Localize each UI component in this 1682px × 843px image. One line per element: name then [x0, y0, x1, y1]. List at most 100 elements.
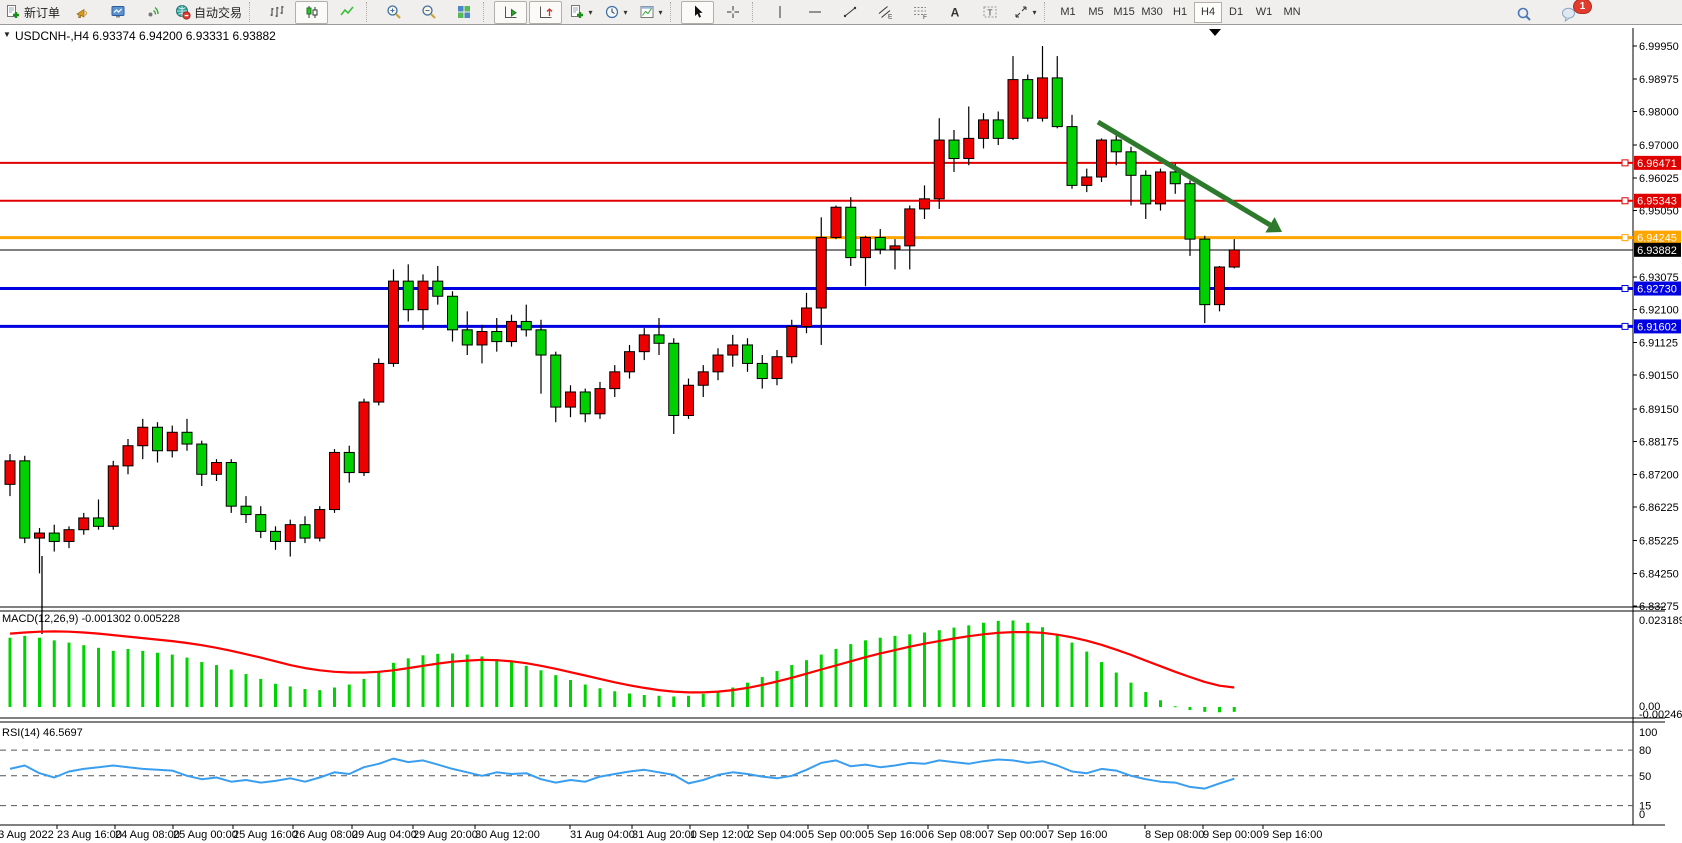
- crosshair-button[interactable]: [716, 1, 749, 24]
- indicators-button[interactable]: ▾: [564, 1, 597, 24]
- clock-icon: [604, 4, 620, 20]
- timeframe-button-d1[interactable]: D1: [1222, 2, 1250, 23]
- svg-text:7 Sep 16:00: 7 Sep 16:00: [1048, 829, 1107, 841]
- new-order-button[interactable]: 新订单: [1, 1, 64, 24]
- svg-text:26 Aug 08:00: 26 Aug 08:00: [293, 829, 358, 841]
- dropdown-caret-icon: ▾: [659, 8, 663, 17]
- fibo-icon: F: [912, 4, 928, 20]
- tile-windows-button[interactable]: [447, 1, 480, 24]
- chart-shift-button[interactable]: [529, 1, 562, 24]
- timeframe-button-m1[interactable]: M1: [1054, 2, 1082, 23]
- svg-text:6.99950: 6.99950: [1639, 41, 1679, 53]
- svg-text:1 Sep 12:00: 1 Sep 12:00: [690, 829, 749, 841]
- svg-text:31 Aug 20:00: 31 Aug 20:00: [632, 829, 697, 841]
- tile-icon: [456, 4, 472, 20]
- svg-text:6.92100: 6.92100: [1639, 305, 1679, 317]
- timeframe-button-m15[interactable]: M15: [1110, 2, 1138, 23]
- svg-text:6.91125: 6.91125: [1639, 337, 1678, 349]
- svg-text:6.83275: 6.83275: [1639, 601, 1679, 613]
- svg-text:30 Aug 12:00: 30 Aug 12:00: [475, 829, 540, 841]
- bars-icon: [269, 4, 285, 20]
- timeframe-button-h1[interactable]: H1: [1166, 2, 1194, 23]
- line-chart-button[interactable]: [330, 1, 363, 24]
- chart-shift-marker-icon[interactable]: [1209, 29, 1221, 36]
- textT-icon: T: [982, 4, 998, 20]
- auto-trading-button[interactable]: 自动交易: [171, 1, 246, 24]
- svg-text:F: F: [923, 14, 927, 20]
- signal-button[interactable]: [136, 1, 169, 24]
- linechart-icon: [339, 4, 355, 20]
- macd-pane: 0.0231890.00-0.002468: [9, 615, 1682, 721]
- template-icon: [639, 4, 655, 20]
- svg-text:6.91602: 6.91602: [1637, 321, 1677, 333]
- cursor-button[interactable]: [681, 1, 714, 24]
- timeframe-button-h4[interactable]: H4: [1194, 2, 1222, 23]
- toolbar-separator: [752, 2, 760, 22]
- chart-canvas[interactable]: 6.999506.989756.980006.970006.960256.950…: [0, 0, 1682, 843]
- doc-plus-icon: [5, 4, 21, 20]
- periods-button[interactable]: ▾: [599, 1, 632, 24]
- hline-icon: [807, 4, 823, 20]
- svg-text:7 Sep 00:00: 7 Sep 00:00: [988, 829, 1047, 841]
- timeframe-button-m5[interactable]: M5: [1082, 2, 1110, 23]
- resistance-line-1[interactable]: 6.96471: [0, 156, 1681, 170]
- zoom-out-icon: [421, 4, 437, 20]
- globe-stop-icon: [175, 4, 191, 20]
- auto-scroll-button[interactable]: [494, 1, 527, 24]
- svg-text:23 Aug 16:00: 23 Aug 16:00: [57, 829, 122, 841]
- rsi-indicator-label: RSI(14) 46.5697: [2, 727, 83, 739]
- toolbar-right-group: 1: [1506, 2, 1586, 25]
- chart-collapse-icon[interactable]: ▼: [3, 30, 11, 39]
- market-watch-button[interactable]: [101, 1, 134, 24]
- trendline-button[interactable]: [833, 1, 866, 24]
- label-button[interactable]: T: [973, 1, 1006, 24]
- timeframe-button-w1[interactable]: W1: [1250, 2, 1278, 23]
- toolbar-separator: [1044, 2, 1052, 22]
- candlestick-chart-button[interactable]: [295, 1, 328, 24]
- arrows-button[interactable]: ▾: [1008, 1, 1041, 24]
- horizontal-line-button[interactable]: [798, 1, 831, 24]
- candles-icon: [304, 4, 320, 20]
- megaphone-button[interactable]: [66, 1, 99, 24]
- chart-shift-icon: [538, 4, 554, 20]
- timeframe-button-m30[interactable]: M30: [1138, 2, 1166, 23]
- vertical-line-button[interactable]: [763, 1, 796, 24]
- support-line-1[interactable]: 6.92730: [0, 282, 1681, 296]
- svg-text:0.023189: 0.023189: [1639, 615, 1682, 627]
- chart-frame: [0, 28, 1665, 825]
- svg-text:6.85225: 6.85225: [1639, 536, 1679, 548]
- svg-text:9 Sep 00:00: 9 Sep 00:00: [1203, 829, 1262, 841]
- svg-text:24 Aug 08:00: 24 Aug 08:00: [115, 829, 180, 841]
- zoom-in-button[interactable]: [377, 1, 410, 24]
- trendline-icon: [842, 4, 858, 20]
- svg-text:A: A: [950, 6, 959, 20]
- support-line-2[interactable]: 6.91602: [0, 319, 1681, 333]
- search-button[interactable]: [1507, 2, 1540, 25]
- candlestick-series: [5, 46, 1239, 573]
- arrows-icon: [1013, 4, 1029, 20]
- templates-button[interactable]: ▾: [634, 1, 667, 24]
- zoom-out-button[interactable]: [412, 1, 445, 24]
- svg-text:23 Aug 2022: 23 Aug 2022: [0, 829, 54, 841]
- text-button[interactable]: A: [938, 1, 971, 24]
- current-price-line: 6.93882: [0, 243, 1681, 257]
- dropdown-caret-icon: ▾: [589, 8, 593, 17]
- new-order-button-label: 新订单: [24, 4, 60, 21]
- svg-text:-0.002468: -0.002468: [1639, 709, 1682, 721]
- resistance-line-2[interactable]: 6.95343: [0, 194, 1681, 208]
- auto-scroll-icon: [503, 4, 519, 20]
- svg-text:25 Aug 00:00: 25 Aug 00:00: [173, 829, 238, 841]
- toolbar-separator: [366, 2, 374, 22]
- cursor-icon: [690, 4, 706, 20]
- bar-chart-button[interactable]: [260, 1, 293, 24]
- textA-icon: A: [947, 4, 963, 20]
- svg-text:E: E: [888, 14, 893, 21]
- notifications-button[interactable]: 1: [1552, 2, 1585, 25]
- search-icon: [1516, 6, 1532, 22]
- svg-text:8 Sep 08:00: 8 Sep 08:00: [1145, 829, 1204, 841]
- channel-button[interactable]: E: [868, 1, 901, 24]
- svg-text:100: 100: [1639, 727, 1657, 739]
- channel-icon: E: [877, 4, 893, 20]
- fibonacci-button[interactable]: F: [903, 1, 936, 24]
- timeframe-button-mn[interactable]: MN: [1278, 2, 1306, 23]
